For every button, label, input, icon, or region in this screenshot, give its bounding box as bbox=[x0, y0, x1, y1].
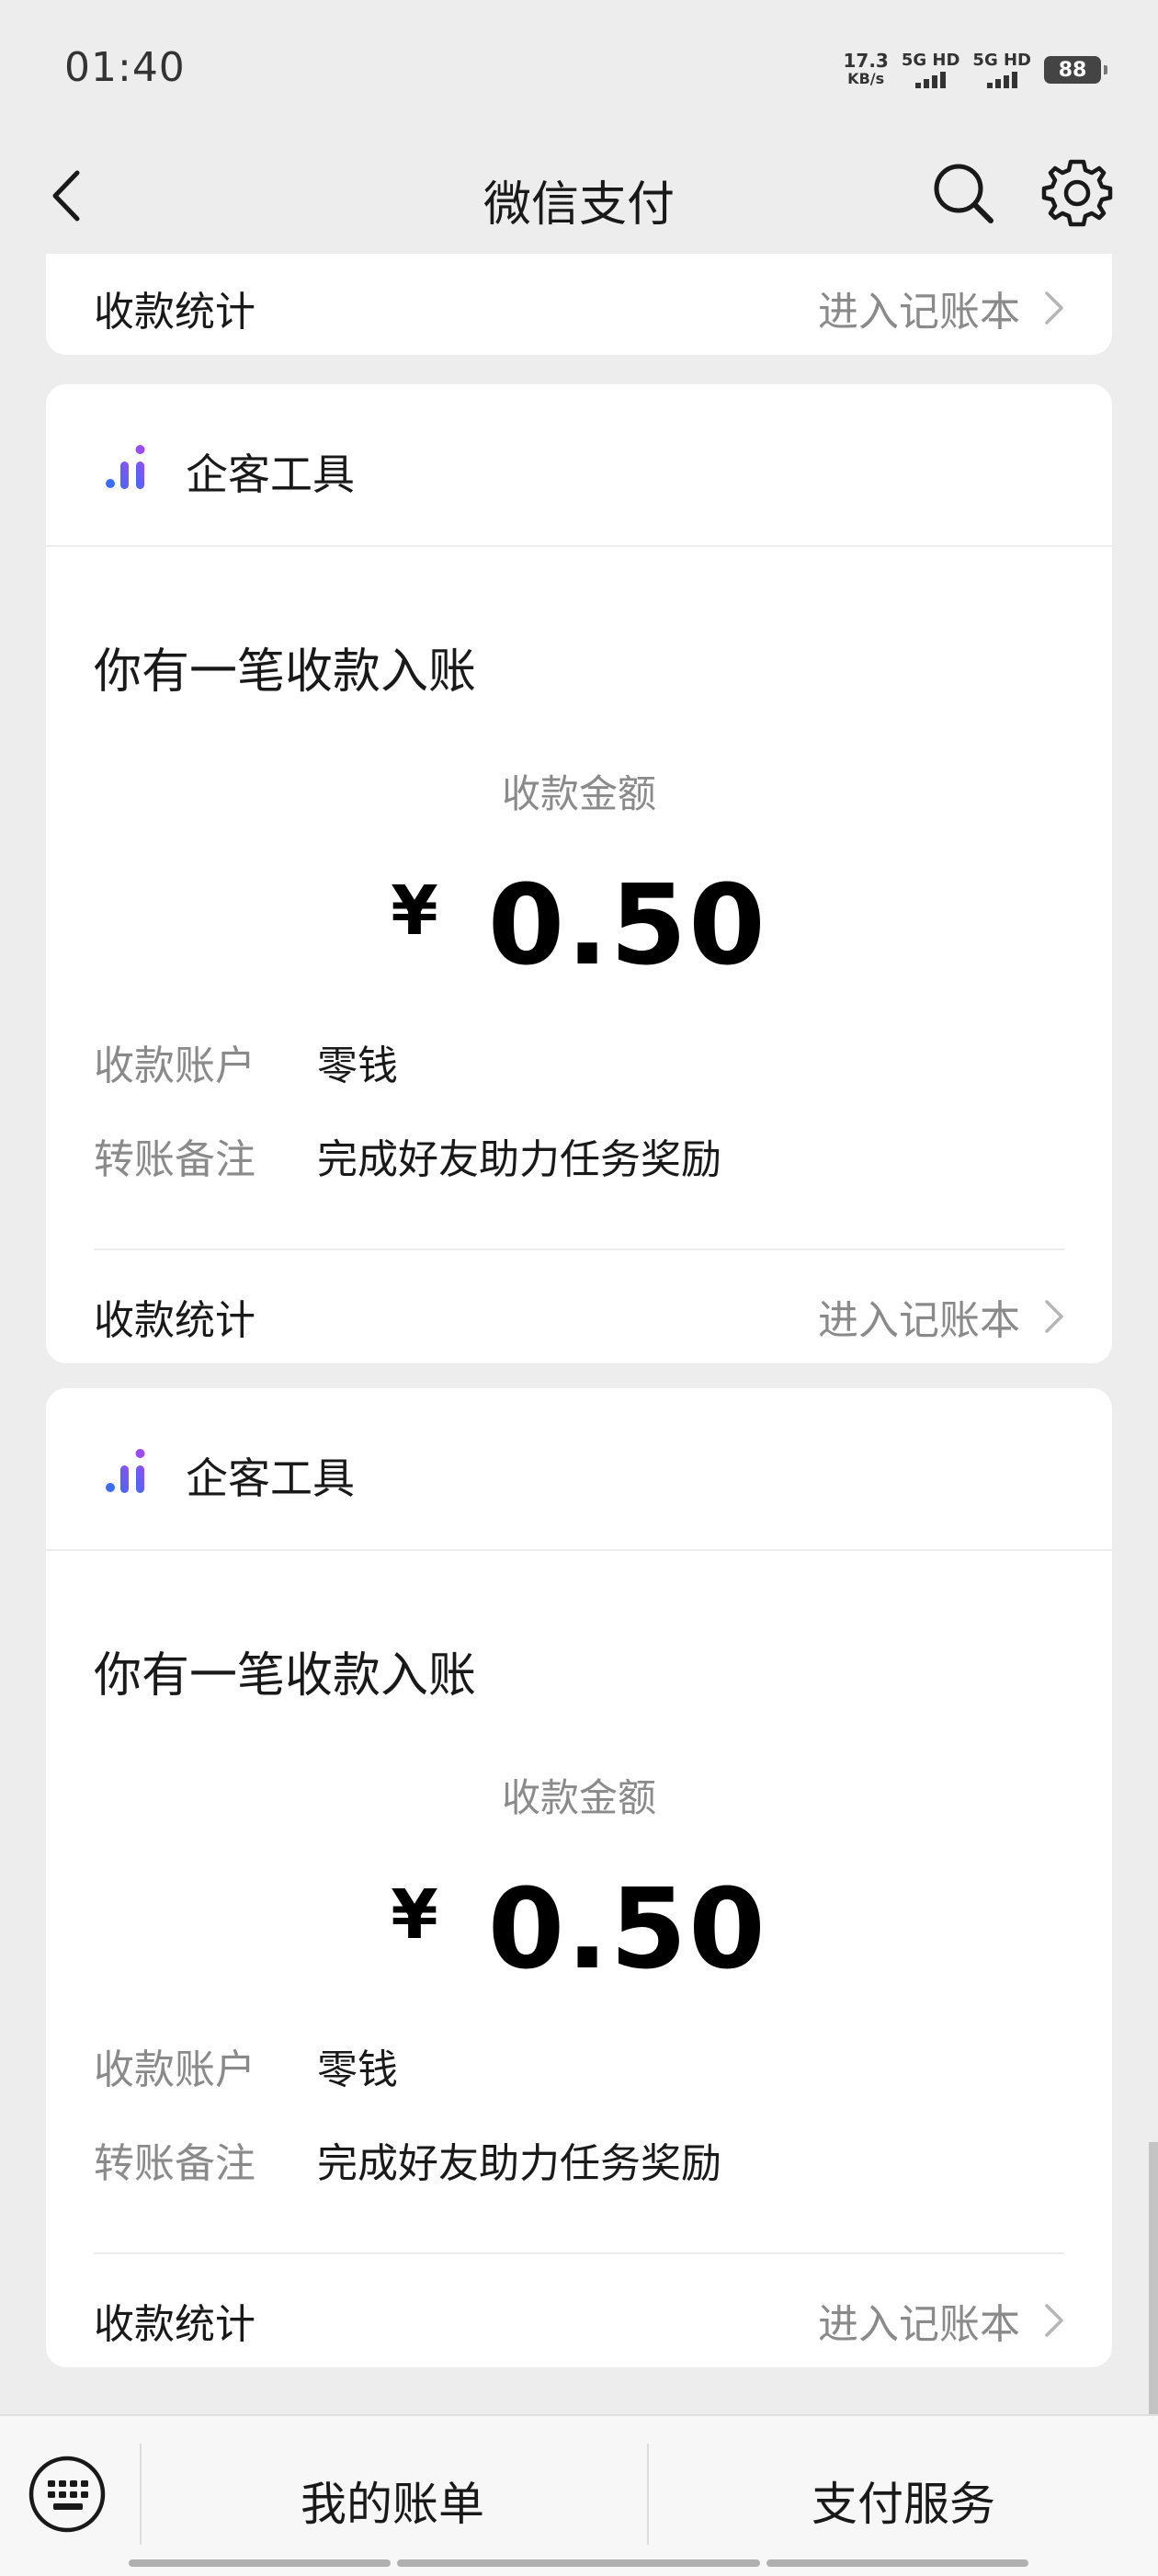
gesture-bar bbox=[129, 2559, 391, 2567]
stat-label: 收款统计 bbox=[94, 289, 255, 336]
account-value: 零钱 bbox=[317, 1043, 398, 1089]
chevron-right-icon bbox=[1045, 2304, 1063, 2337]
status-time: 01:40 bbox=[64, 44, 186, 91]
nav-bar: 微信支付 bbox=[0, 138, 1158, 254]
note-label: 转账备注 bbox=[94, 2140, 255, 2187]
gesture-bar bbox=[766, 2559, 1028, 2567]
app-logo-icon bbox=[106, 445, 145, 489]
gear-icon bbox=[1041, 159, 1113, 227]
settings-button[interactable] bbox=[1039, 154, 1116, 232]
stat-label: 收款统计 bbox=[94, 2301, 255, 2348]
open-ledger-link[interactable]: 进入记账本 bbox=[818, 2291, 1064, 2350]
amount-value: ¥0.50 bbox=[46, 862, 1112, 990]
keyboard-icon bbox=[28, 2456, 106, 2533]
bottom-bar: 我的账单 支付服务 bbox=[0, 2414, 1158, 2576]
open-ledger-link[interactable]: 进入记账本 bbox=[818, 1287, 1064, 1346]
amount-label: 收款金额 bbox=[501, 1775, 656, 1820]
note-value: 完成好友助力任务奖励 bbox=[317, 2140, 721, 2187]
account-label: 收款账户 bbox=[94, 2046, 255, 2093]
account-value: 零钱 bbox=[317, 2046, 398, 2093]
source-name: 企客工具 bbox=[186, 450, 355, 499]
open-ledger-link[interactable]: 进入记账本 bbox=[818, 279, 1064, 337]
chevron-right-icon bbox=[1045, 1300, 1063, 1333]
card-heading: 你有一笔收款入账 bbox=[94, 644, 477, 700]
payment-card: 企客工具 你有一笔收款入账 收款金额 ¥0.50 收款账户 零钱 转账备注 完成… bbox=[46, 384, 1112, 1363]
chevron-right-icon bbox=[1045, 291, 1063, 325]
signal-bars-icon bbox=[986, 70, 1017, 88]
amount-label: 收款金额 bbox=[501, 771, 656, 816]
source-name: 企客工具 bbox=[186, 1453, 355, 1503]
gesture-bar bbox=[397, 2559, 760, 2567]
amount-number: 0.50 bbox=[487, 862, 767, 990]
card-header[interactable]: 企客工具 bbox=[46, 384, 1112, 547]
card-header[interactable]: 企客工具 bbox=[46, 1388, 1112, 1551]
battery-icon: 88 bbox=[1044, 56, 1107, 84]
divider bbox=[94, 1248, 1064, 1250]
pay-services-button[interactable]: 支付服务 bbox=[649, 2468, 1158, 2534]
amount-value: ¥0.50 bbox=[46, 1866, 1112, 1994]
signal-bars-icon bbox=[915, 70, 947, 88]
message-list[interactable]: 收款统计 进入记账本 企客工具 你有一笔收款入账 收款金额 ¥0.50 收款账户… bbox=[0, 254, 1158, 2414]
note-value: 完成好友助力任务奖励 bbox=[317, 1136, 721, 1183]
scrollbar[interactable] bbox=[1149, 2142, 1158, 2418]
divider bbox=[94, 2252, 1064, 2254]
amount-number: 0.50 bbox=[487, 1866, 767, 1994]
search-icon bbox=[934, 164, 993, 223]
stat-label: 收款统计 bbox=[94, 1297, 255, 1344]
status-icons: 17.3 KB/s 5G HD 5G HD 88 bbox=[843, 48, 1107, 92]
app-logo-icon bbox=[106, 1449, 145, 1493]
note-label: 转账备注 bbox=[94, 1136, 255, 1183]
account-label: 收款账户 bbox=[94, 1043, 255, 1089]
keyboard-toggle-button[interactable] bbox=[28, 2455, 107, 2534]
search-button[interactable] bbox=[928, 158, 998, 228]
currency-symbol: ¥ bbox=[391, 1875, 438, 1955]
signal-1: 5G HD bbox=[902, 51, 959, 88]
status-bar: 01:40 17.3 KB/s 5G HD 5G HD 88 bbox=[0, 0, 1158, 138]
signal-2: 5G HD bbox=[972, 51, 1031, 88]
payment-card-partial: 收款统计 进入记账本 bbox=[46, 254, 1112, 355]
currency-symbol: ¥ bbox=[391, 872, 438, 951]
network-speed: 17.3 KB/s bbox=[843, 50, 889, 87]
card-heading: 你有一笔收款入账 bbox=[94, 1648, 477, 1704]
my-bills-button[interactable]: 我的账单 bbox=[140, 2468, 645, 2534]
payment-card: 企客工具 你有一笔收款入账 收款金额 ¥0.50 收款账户 零钱 转账备注 完成… bbox=[46, 1388, 1112, 2367]
